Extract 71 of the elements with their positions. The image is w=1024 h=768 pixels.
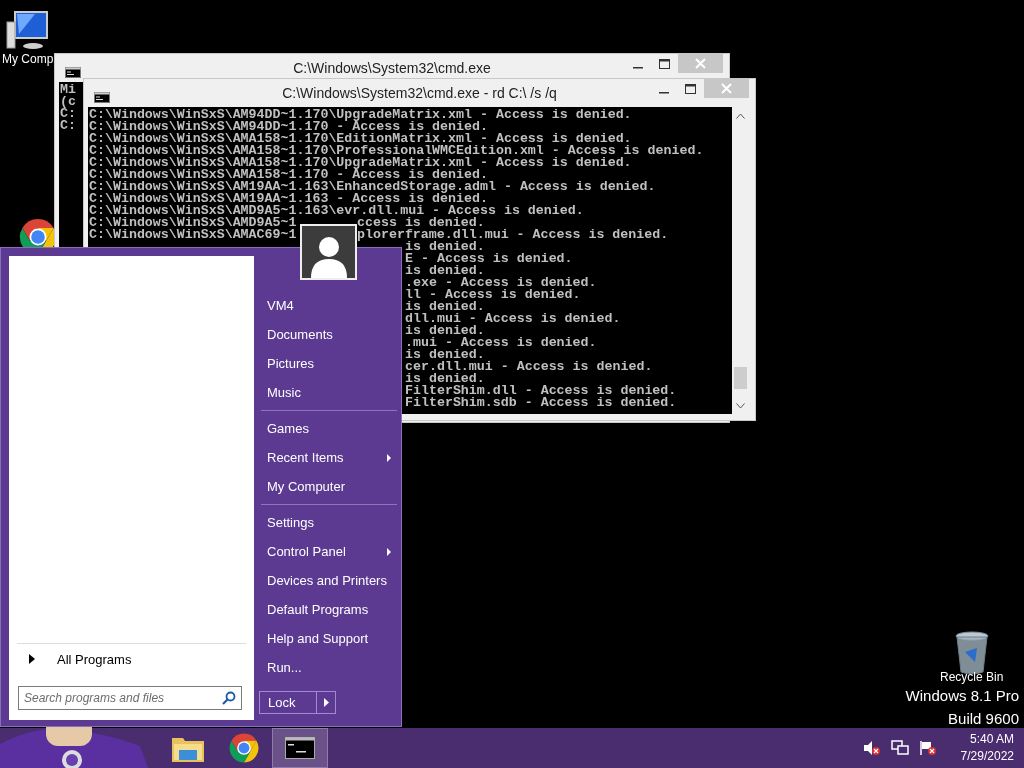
console-line: C:\Windows\WinSxS\AMAC69~1 xyxy=(89,227,297,242)
console-line: cer.dll.mui - Access is denied. xyxy=(405,361,653,373)
menu-item[interactable]: Music xyxy=(259,378,399,407)
menu-item[interactable]: Recent Items xyxy=(259,443,399,472)
scroll-up-icon[interactable] xyxy=(736,112,745,119)
console-line: FilterShim.sdb - Access is denied. xyxy=(405,397,677,409)
icon-label: My Comp xyxy=(2,52,54,66)
console-line: C:\Windows\WinSxS\AM19AA~1.163\EnhancedStorage.adml - Access is denied. xyxy=(89,179,656,194)
menu-item[interactable]: My Computer xyxy=(259,472,399,501)
console-icon xyxy=(285,737,315,759)
menu-item[interactable]: Control Panel xyxy=(259,537,399,566)
console-icon xyxy=(94,92,110,103)
console-line: is denied. xyxy=(405,349,485,361)
search-icon[interactable] xyxy=(222,691,236,705)
console-line: .mui - Access is denied. xyxy=(405,337,597,349)
console-line: Mi xyxy=(60,82,76,97)
console-line: plorerframe.dll.mui - Access is denied. xyxy=(357,229,669,241)
flag-icon[interactable] xyxy=(918,740,937,756)
maximize-icon[interactable] xyxy=(685,83,696,94)
menu-item[interactable]: Help and Support xyxy=(259,624,399,653)
clock[interactable]: 5:40 AM 7/29/2022 xyxy=(946,731,1014,765)
console-line: FilterShim.dll - Access is denied. xyxy=(405,385,677,397)
taskbar-button[interactable] xyxy=(272,728,328,768)
console-line: C:\Windows\WinSxS\AMD9A5~1.163\evr.dll.mui - Access is denied. xyxy=(89,203,584,218)
triangle-icon[interactable] xyxy=(323,698,329,707)
window-title: C:\Windows\System32\cmd.exe xyxy=(293,60,491,76)
edition-watermark: Windows 8.1 Pro xyxy=(905,686,1019,706)
menu-item[interactable]: VM4 xyxy=(259,291,399,320)
console-line: dll.mui - Access is denied. xyxy=(405,313,621,325)
console-line: C:\Windows\WinSxS\AMD9A5~1 xyxy=(89,215,297,230)
all-programs-item[interactable]: All Programs xyxy=(17,643,246,674)
console-line: ll - Access is denied. xyxy=(405,289,581,301)
console-line: C:\Windows\WinSxS\AM94DD~1.170\UpgradeMatrix.xml - Access is denied. xyxy=(89,107,632,122)
console-line: is denied. xyxy=(405,241,485,253)
console-line: .exe - Access is denied. xyxy=(405,277,597,289)
menu-item[interactable]: Settings xyxy=(259,508,399,537)
console-line: ccess is denied. xyxy=(357,217,485,229)
scroll-down-icon[interactable] xyxy=(736,402,745,409)
icon-label: Recycle Bin xyxy=(940,670,1004,684)
computer-icon[interactable] xyxy=(4,10,51,52)
window-title: C:\Windows\System32\cmd.exe - rd C:\ /s /q xyxy=(282,85,557,101)
power-options-button[interactable] xyxy=(317,691,336,714)
submenu-arrow-icon xyxy=(387,454,391,462)
console-line: C:\Windows\WinSxS\AMA158~1.170\EditionMatrix.xml - Access is denied. xyxy=(89,131,632,146)
menu-item[interactable]: Default Programs xyxy=(259,595,399,624)
menu-item[interactable]: Devices and Printers xyxy=(259,566,399,595)
menu-item[interactable]: Run... xyxy=(259,653,399,682)
console-line: (c xyxy=(60,94,76,109)
muted-speaker-icon[interactable] xyxy=(862,740,881,756)
maximize-icon[interactable] xyxy=(659,58,670,69)
lock-button[interactable]: Lock xyxy=(259,691,317,714)
console-line: C:\Windows\WinSxS\AMA158~1.170\ProfessionalWMCEdition.xml - Access is denied. xyxy=(89,143,704,158)
search-field[interactable]: Search programs and files xyxy=(18,686,242,710)
menu-item[interactable]: Games xyxy=(259,414,399,443)
menu-item[interactable]: Documents xyxy=(259,320,399,349)
triangle-icon xyxy=(29,654,35,664)
console-line: is denied. xyxy=(405,301,485,313)
console-icon xyxy=(65,67,81,78)
console-line: C: xyxy=(60,118,76,133)
console-line: is denied. xyxy=(405,325,485,337)
browser-icon[interactable] xyxy=(228,732,260,764)
submenu-arrow-icon xyxy=(387,548,391,556)
console-line: is denied. xyxy=(405,265,485,277)
scrollbar-thumb[interactable] xyxy=(734,367,747,389)
console-line: is denied. xyxy=(405,373,485,385)
build-watermark: Build 9600 xyxy=(948,709,1019,729)
user-avatar[interactable] xyxy=(300,224,357,280)
network-icon[interactable] xyxy=(890,740,909,756)
menu-item[interactable]: Pictures xyxy=(259,349,399,378)
console-line: C:\Windows\WinSxS\AMA158~1.170\UpgradeMatrix.xml - Access is denied. xyxy=(89,155,632,170)
console-line: E - Access is denied. xyxy=(405,253,573,265)
